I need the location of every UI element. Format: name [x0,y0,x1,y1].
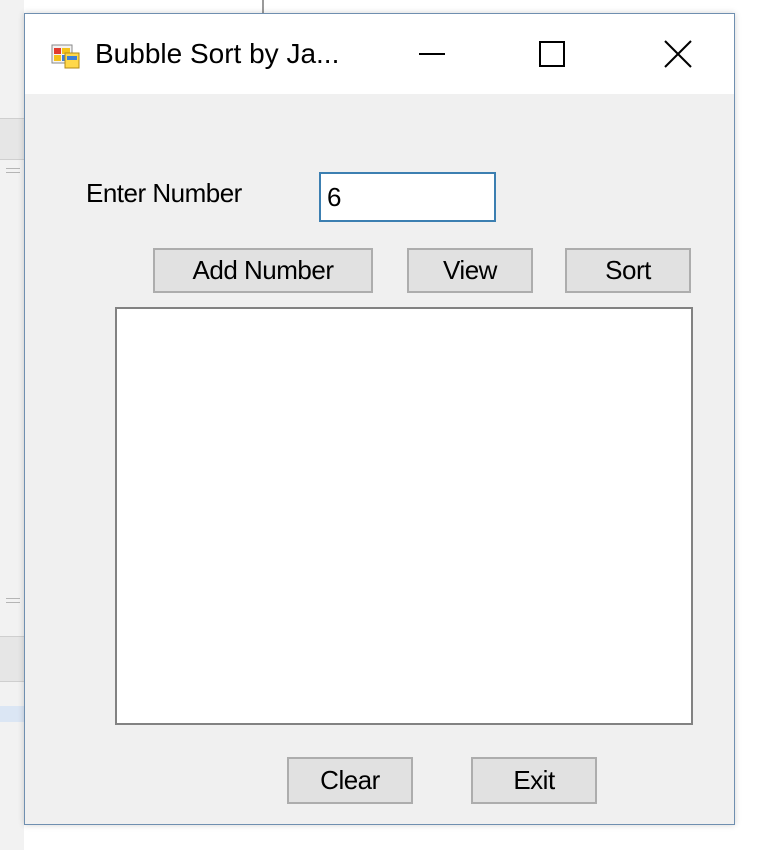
exit-button[interactable]: Exit [471,757,597,804]
splitter-grip [6,168,20,173]
enter-number-label: Enter Number [86,178,242,208]
background-divider [262,0,264,14]
minimize-button[interactable] [377,14,487,94]
background-selection-band [0,706,24,722]
app-form-icon[interactable] [51,42,81,70]
maximize-button[interactable] [497,14,607,94]
title-bar[interactable]: Bubble Sort by Ja... [25,14,734,94]
numbers-listbox[interactable] [115,307,693,725]
background-panel-strip [0,118,24,160]
close-button[interactable] [623,14,733,94]
view-button[interactable]: View [407,248,533,293]
background-editor-edge [0,0,24,850]
sort-button[interactable]: Sort [565,248,691,293]
splitter-grip [6,598,20,603]
close-icon [664,40,692,68]
bubble-sort-window: Bubble Sort by Ja... Enter Number Add Nu… [24,13,735,825]
form-client-area: Enter Number Add Number View Sort Clear … [25,94,734,824]
clear-button[interactable]: Clear [287,757,413,804]
number-input[interactable] [319,172,496,222]
add-number-button[interactable]: Add Number [153,248,373,293]
background-panel-strip [0,636,24,682]
window-title: Bubble Sort by Ja... [95,38,340,69]
maximize-icon [539,41,565,67]
minimize-icon [419,53,445,55]
